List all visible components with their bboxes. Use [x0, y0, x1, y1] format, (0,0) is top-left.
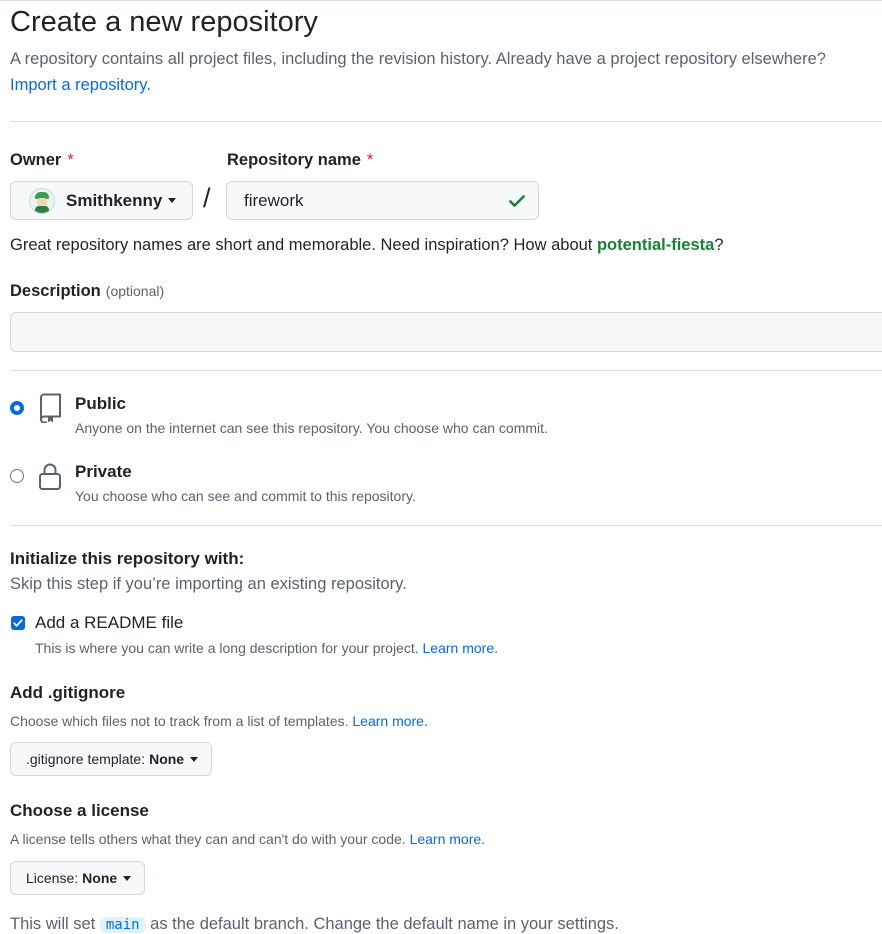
- caret-down-icon: [168, 198, 177, 203]
- gitignore-template-select[interactable]: .gitignore template: None: [10, 742, 213, 776]
- description-label: Description (optional): [10, 282, 164, 301]
- caret-down-icon: [123, 875, 132, 881]
- description-label-text: Description: [10, 282, 101, 300]
- check-icon: [509, 195, 525, 207]
- lock-icon: [39, 463, 61, 490]
- readme-desc-text: This is where you can write a long descr…: [35, 640, 419, 656]
- license-select-prefix: License:: [26, 870, 79, 886]
- required-mark: *: [366, 151, 374, 169]
- gitignore-select-prefix: .gitignore template:: [26, 751, 146, 767]
- readme-label[interactable]: Add a README file: [35, 613, 183, 633]
- owner-dropdown[interactable]: Smithkenny: [10, 181, 193, 220]
- gitignore-select-value: None: [149, 751, 185, 767]
- readme-checkbox[interactable]: [11, 616, 25, 630]
- owner-repo-separator: /: [203, 183, 211, 213]
- checkmark-icon: [13, 619, 23, 627]
- repository-name-input[interactable]: firework: [226, 181, 539, 220]
- branch-name-badge: main: [99, 917, 146, 933]
- license-select[interactable]: License: None: [10, 861, 146, 895]
- top-divider: [0, 0, 882, 1]
- owner-label: Owner *: [10, 151, 74, 170]
- init-subtitle: Skip this step if you’re importing an ex…: [10, 575, 407, 593]
- page-title: Create a new repository: [10, 6, 318, 38]
- avatar: [29, 187, 55, 214]
- branch-note-suffix: as the default branch. Change the defaul…: [145, 915, 619, 933]
- repository-name-label: Repository name *: [227, 151, 373, 170]
- repo-icon: [40, 393, 61, 423]
- public-option-desc: Anyone on the internet can see this repo…: [75, 420, 548, 436]
- branch-note-prefix: This will set: [10, 915, 100, 933]
- gitignore-desc: Choose which files not to track from a l…: [10, 713, 428, 729]
- name-suggestion-link[interactable]: potential-fiesta: [597, 236, 714, 254]
- gitignore-title: Add .gitignore: [10, 683, 126, 702]
- owner-name: Smithkenny: [66, 190, 163, 210]
- description-input[interactable]: [10, 312, 882, 352]
- readme-learn-more-link[interactable]: Learn more.: [423, 640, 498, 656]
- public-option-title[interactable]: Public: [75, 394, 126, 414]
- repository-name-label-text: Repository name: [227, 151, 361, 169]
- repository-name-value[interactable]: firework: [244, 191, 538, 211]
- default-branch-note: This will set main as the default branch…: [10, 915, 619, 934]
- init-title: Initialize this repository with:: [10, 549, 245, 568]
- license-desc: A license tells others what they can and…: [10, 831, 485, 847]
- license-learn-more-link[interactable]: Learn more.: [410, 831, 485, 847]
- section-divider: [10, 525, 882, 526]
- private-option-title[interactable]: Private: [75, 462, 132, 482]
- required-mark: *: [67, 151, 74, 169]
- gitignore-desc-text: Choose which files not to track from a l…: [10, 713, 349, 729]
- hint-text: Great repository names are short and mem…: [10, 236, 597, 254]
- caret-down-icon: [190, 756, 199, 762]
- license-title: Choose a license: [10, 801, 149, 820]
- repository-name-hint: Great repository names are short and mem…: [10, 236, 724, 255]
- optional-tag: (optional): [105, 283, 165, 299]
- readme-desc: This is where you can write a long descr…: [35, 640, 498, 656]
- private-radio[interactable]: [10, 469, 24, 483]
- page-subtitle: A repository contains all project files,…: [10, 50, 826, 68]
- hint-suffix: ?: [714, 236, 724, 254]
- section-divider: [10, 121, 882, 122]
- gitignore-learn-more-link[interactable]: Learn more.: [352, 713, 427, 729]
- import-repository-link[interactable]: Import a repository.: [10, 76, 151, 95]
- owner-label-text: Owner: [10, 151, 62, 169]
- public-radio[interactable]: [10, 401, 24, 415]
- section-divider: [10, 370, 882, 371]
- license-desc-text: A license tells others what they can and…: [10, 831, 406, 847]
- private-option-desc: You choose who can see and commit to thi…: [75, 488, 416, 504]
- license-select-value: None: [82, 870, 118, 886]
